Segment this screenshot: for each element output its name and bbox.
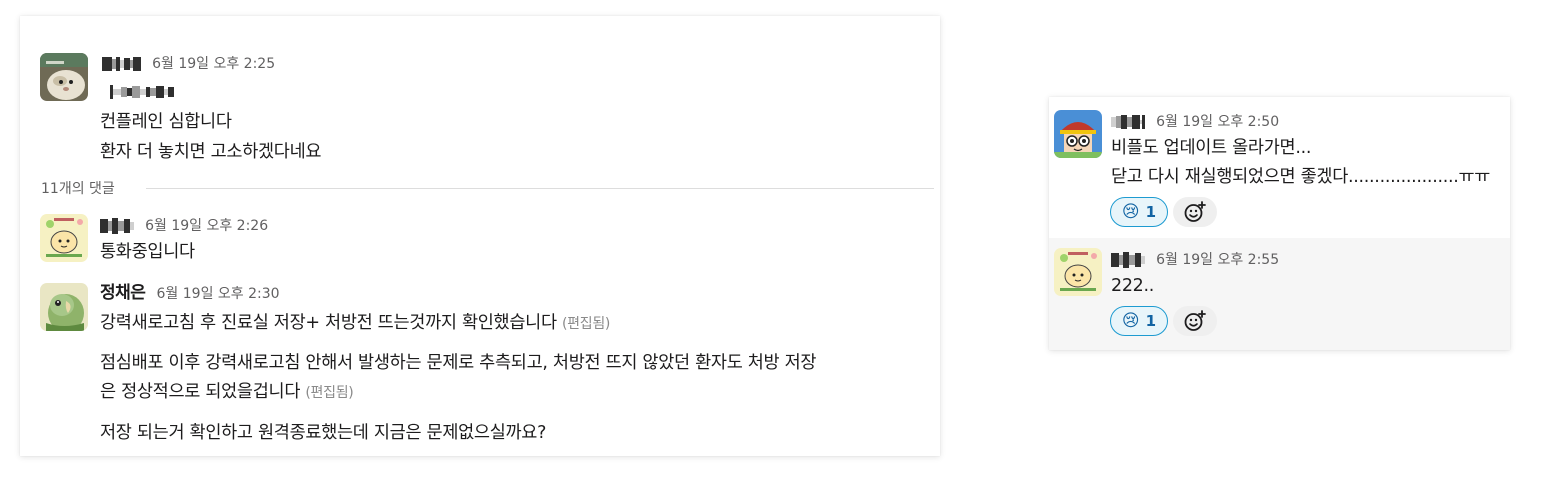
message-text-line: 강력새로고침 후 진료실 저장+ 처방전 뜨는것까지 확인했습니다: [100, 313, 557, 333]
message-header: 6월 19일 오후 2:55: [1111, 248, 1279, 271]
message-text: 222..: [1111, 276, 1155, 296]
message-text: 컨플레인 심합니다: [100, 112, 232, 132]
message-header: 6월 19일 오후 2:50: [1111, 110, 1279, 133]
author-name-redacted[interactable]: [1111, 249, 1145, 271]
message-text: 통화중입니다: [100, 242, 195, 262]
crying-face-icon: 😢: [1121, 310, 1140, 331]
message-text: 닫고 다시 재실행되었으면 좋겠다.....................ㅠㅠ: [1111, 167, 1491, 187]
author-name[interactable]: 정채은: [100, 283, 146, 303]
add-emoji-icon: [1184, 201, 1206, 222]
message-header: 정채은 6월 19일 오후 2:30: [100, 282, 280, 305]
message-timestamp[interactable]: 6월 19일 오후 2:25: [152, 56, 275, 72]
add-emoji-icon: [1184, 310, 1206, 331]
avatar-cartoon[interactable]: [1054, 110, 1102, 158]
add-reaction-button[interactable]: [1173, 306, 1217, 336]
thread-panel-left: 6월 19일 오후 2:25 컨플레인 심합니다 환자 더 놓치면 고소하겠다네…: [20, 16, 940, 456]
avatar-cat[interactable]: [40, 53, 88, 101]
reaction-count: 1: [1145, 312, 1157, 330]
reply-divider: [146, 188, 934, 189]
reaction-count: 1: [1145, 203, 1157, 221]
edited-label: (편집됨): [305, 385, 354, 401]
avatar-sticker[interactable]: [1054, 248, 1102, 296]
redacted-subline: [110, 80, 174, 103]
avatar-parrot[interactable]: [40, 283, 88, 331]
message-text: 환자 더 놓치면 고소하겠다네요: [100, 142, 322, 162]
message-text: 비플도 업데이트 올라가면...: [1111, 138, 1312, 158]
message-text: 저장 되는거 확인하고 원격종료했는데 지금은 문제없으실까요?: [100, 423, 547, 443]
author-name-redacted[interactable]: [100, 215, 134, 237]
message-timestamp[interactable]: 6월 19일 오후 2:30: [157, 286, 280, 302]
reaction-crying[interactable]: 😢 1: [1110, 197, 1168, 227]
edited-label: (편집됨): [562, 316, 611, 332]
crying-face-icon: 😢: [1121, 201, 1140, 222]
add-reaction-button[interactable]: [1173, 197, 1217, 227]
author-name-redacted[interactable]: [102, 53, 141, 75]
message-text-line: 은 정상적으로 되었을겁니다: [100, 382, 301, 402]
avatar-sticker[interactable]: [40, 214, 88, 262]
reaction-crying[interactable]: 😢 1: [1110, 306, 1168, 336]
message-text: 점심배포 이후 강력새로고침 안해서 발생하는 문제로 추측되고, 처방전 뜨지…: [100, 353, 817, 373]
message-header: 6월 19일 오후 2:26: [100, 214, 268, 237]
thread-panel-right: 6월 19일 오후 2:50 비플도 업데이트 올라가면... 닫고 다시 재실…: [1049, 97, 1510, 350]
message-text: 강력새로고침 후 진료실 저장+ 처방전 뜨는것까지 확인했습니다 (편집됨): [100, 309, 610, 338]
message-timestamp[interactable]: 6월 19일 오후 2:50: [1156, 114, 1279, 130]
message-timestamp[interactable]: 6월 19일 오후 2:55: [1156, 252, 1279, 268]
author-name-redacted[interactable]: [1111, 111, 1145, 133]
message-header: 6월 19일 오후 2:25: [102, 52, 275, 75]
message-timestamp[interactable]: 6월 19일 오후 2:26: [145, 218, 268, 234]
message-text: 은 정상적으로 되었을겁니다 (편집됨): [100, 378, 354, 407]
reply-count-label[interactable]: 11개의 댓글: [41, 178, 115, 198]
